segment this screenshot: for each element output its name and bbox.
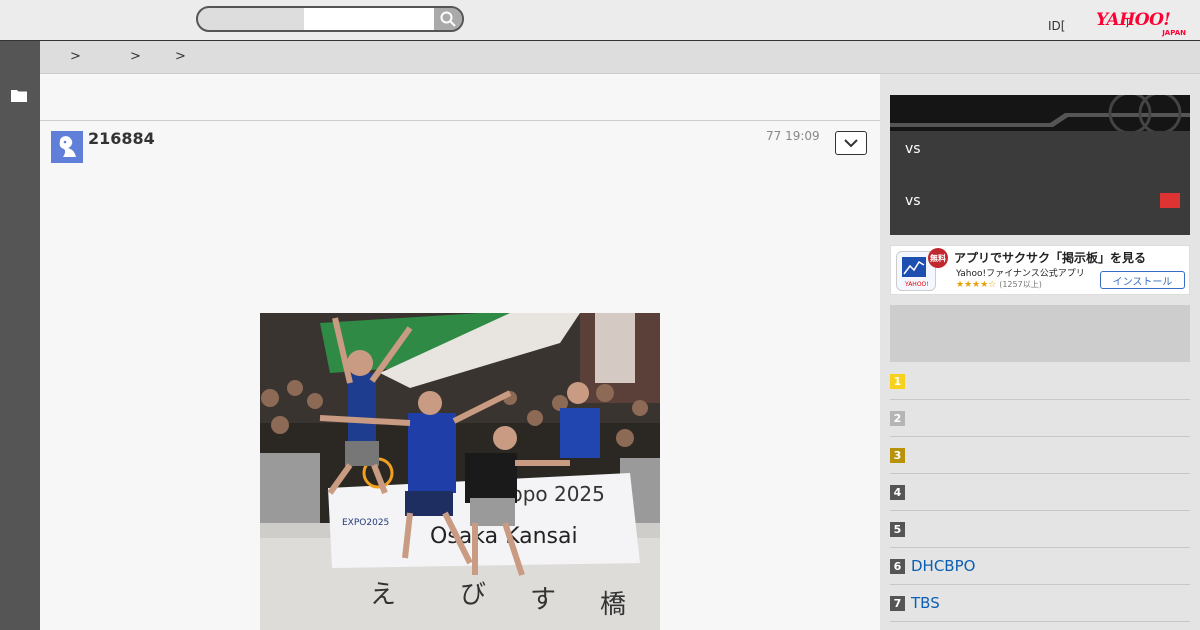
rank-label[interactable]: DHCBPO xyxy=(911,557,975,575)
rank-number: 5 xyxy=(890,522,905,537)
rank-number: 6 xyxy=(890,559,905,574)
ranking-item[interactable]: 4 xyxy=(890,474,1190,511)
ad-rating: ★★★★☆ (1257以上) xyxy=(956,279,1042,290)
ranking-list: 1 2 3 4 5 6 DHCBPO 7 TBS xyxy=(890,363,1190,622)
post-photo[interactable]: え び す 橋 bpo 2025 Osaka Kansai EXPO2025 xyxy=(260,313,660,630)
svg-text:橋: 橋 xyxy=(600,590,626,620)
score-widget[interactable]: vs vs xyxy=(890,95,1190,235)
post-author-id[interactable]: 216884 xyxy=(88,129,155,148)
score-widget-header xyxy=(890,95,1190,131)
search-box xyxy=(196,6,464,32)
logo-main-text: YAHOO! xyxy=(1096,10,1171,30)
svg-text:YAHOO!: YAHOO! xyxy=(904,281,929,288)
search-icon xyxy=(440,11,456,27)
rank-number: 3 xyxy=(890,448,905,463)
chevron-down-icon xyxy=(844,138,858,147)
rank-label[interactable]: TBS xyxy=(911,594,940,612)
post-menu-button[interactable] xyxy=(835,131,867,155)
ranking-item[interactable]: 2 xyxy=(890,400,1190,437)
avatar-icon xyxy=(59,136,76,157)
team-color-mark xyxy=(1160,193,1180,208)
rank-number: 7 xyxy=(890,596,905,611)
ranking-item[interactable]: 1 xyxy=(890,363,1190,400)
svg-text:す: す xyxy=(530,585,556,615)
svg-text:EXPO2025: EXPO2025 xyxy=(342,518,389,528)
svg-text:び: び xyxy=(460,580,486,610)
match-vs-label: vs xyxy=(905,141,921,157)
breadcrumb-separator: > xyxy=(175,49,186,64)
main-content: 216884 77 19:09 え び す 橋 bpo 2025 Osaka K… xyxy=(40,74,880,630)
ranking-item[interactable]: 3 xyxy=(890,437,1190,474)
free-badge: 無料 xyxy=(928,248,948,268)
rating-count: (1257以上) xyxy=(999,280,1042,289)
breadcrumb: > > > xyxy=(40,41,1200,74)
ad-title: アプリでサクサク「掲示板」を見る xyxy=(954,251,1147,265)
folder-icon[interactable] xyxy=(11,89,27,102)
svg-text:え: え xyxy=(370,580,396,610)
match-vs-label: vs xyxy=(905,193,921,209)
top-bar: ID[ ] YAHOO! JAPAN xyxy=(0,0,1200,41)
rank-number: 1 xyxy=(890,374,905,389)
ranking-item[interactable]: 6 DHCBPO xyxy=(890,548,1190,585)
breadcrumb-separator: > xyxy=(70,49,81,64)
ranking-item[interactable]: 5 xyxy=(890,511,1190,548)
search-input[interactable] xyxy=(304,8,434,30)
yahoo-japan-logo[interactable]: YAHOO! JAPAN xyxy=(1096,12,1186,38)
svg-text:bpo 2025: bpo 2025 xyxy=(510,482,605,506)
divider xyxy=(40,120,880,121)
logo-sub-text: JAPAN xyxy=(1162,29,1186,37)
rank-number: 4 xyxy=(890,485,905,500)
avatar[interactable] xyxy=(51,131,83,163)
search-button[interactable] xyxy=(434,8,462,30)
app-ad-banner[interactable]: YAHOO! 無料 アプリでサクサク「掲示板」を見る Yahoo!ファイナンス公… xyxy=(890,245,1190,295)
left-rail xyxy=(0,41,40,630)
breadcrumb-separator: > xyxy=(130,49,141,64)
ad-subtitle: Yahoo!ファイナンス公式アプリ xyxy=(956,269,1085,279)
rating-stars: ★★★★☆ xyxy=(956,280,997,290)
install-button[interactable]: インストール xyxy=(1100,271,1185,289)
ad-placeholder xyxy=(890,305,1190,362)
ranking-item[interactable]: 7 TBS xyxy=(890,585,1190,622)
post-timestamp: 77 19:09 xyxy=(766,129,820,143)
rank-number: 2 xyxy=(890,411,905,426)
user-id-label[interactable]: ID[ xyxy=(1048,19,1065,33)
right-sidebar: vs vs YAHOO! 無料 アプリでサクサク「掲示板」を見る Yahoo!フ… xyxy=(880,74,1200,630)
